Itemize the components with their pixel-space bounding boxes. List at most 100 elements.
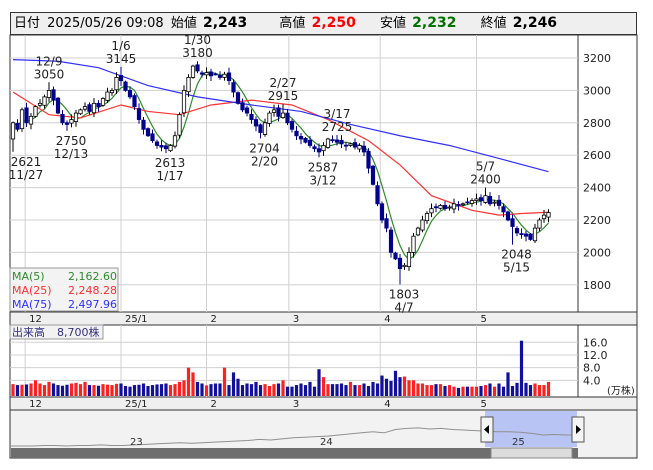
candle-down: [330, 139, 335, 142]
volume-bar: [483, 385, 488, 396]
volume-bar: [339, 383, 344, 396]
candle-down: [249, 113, 254, 120]
candle-down: [397, 257, 403, 269]
annotation-date: 5/15: [503, 261, 530, 275]
volume-bar: [501, 386, 506, 396]
candle-up: [168, 145, 173, 152]
candle-down: [226, 72, 232, 82]
volume-bar: [461, 386, 465, 396]
candle-down: [240, 102, 245, 111]
annotation-price: 2048: [501, 248, 532, 262]
volume-bar: [528, 385, 533, 396]
candle-down: [510, 218, 515, 227]
candle-down: [339, 139, 344, 145]
volume-tick-label: 12.0: [583, 349, 608, 362]
annotation-price: 3145: [106, 52, 137, 66]
candle-up: [37, 102, 43, 106]
candle-up: [181, 90, 187, 114]
volume-bar: [371, 381, 375, 396]
navigator-selection[interactable]: [485, 411, 577, 447]
candle-up: [114, 77, 119, 91]
volume-bar: [123, 386, 128, 396]
candle-up: [438, 205, 443, 209]
volume-bar: [245, 383, 249, 396]
candle-up: [69, 119, 74, 124]
volume-bar: [519, 340, 524, 396]
candle-down: [60, 113, 65, 124]
candle-down: [195, 64, 200, 72]
volume-bar: [294, 385, 299, 396]
volume-bar: [164, 383, 168, 396]
volume-bar: [141, 383, 146, 396]
volume-bar: [150, 385, 155, 396]
volume-bar: [537, 385, 542, 396]
legend-ma25-value: 2,248.28: [68, 284, 117, 297]
price-tick-label: 2600: [583, 149, 611, 162]
scrollbar-thumb[interactable]: [490, 447, 573, 459]
volume-bar: [119, 383, 123, 396]
volume-bar: [101, 384, 105, 396]
volume-bar: [51, 383, 56, 396]
volume-bar: [380, 375, 384, 396]
candle-up: [204, 72, 209, 76]
volume-bar: [92, 385, 96, 396]
candle-down: [64, 122, 70, 125]
candle-up: [271, 109, 277, 113]
candle-down: [24, 107, 29, 124]
candle-down: [393, 252, 398, 260]
candle-down: [199, 72, 205, 75]
volume-bar: [456, 387, 461, 396]
volume-bar: [524, 382, 528, 396]
annotation-price: 2400: [470, 173, 501, 187]
candle-up: [321, 145, 326, 152]
volume-bar: [11, 384, 15, 396]
volume-bar: [299, 383, 303, 396]
candle-down: [303, 137, 308, 143]
volume-bar: [438, 384, 443, 396]
legend-ma75-label: MA(75): [12, 298, 52, 311]
volume-bar: [69, 383, 74, 396]
candle-down: [379, 203, 385, 221]
volume-bar: [114, 383, 119, 396]
annotation-date: 5/7: [476, 160, 495, 174]
candle-down: [213, 73, 218, 76]
volume-bar: [321, 377, 326, 396]
candle-up: [420, 219, 425, 231]
candle-down: [307, 139, 313, 146]
volume-bar: [186, 367, 191, 396]
candle-up: [415, 227, 421, 236]
volume-bar: [447, 385, 452, 396]
candle-down: [456, 204, 461, 206]
volume-bar: [96, 385, 101, 396]
volume-bar: [488, 383, 492, 396]
candle-up: [411, 235, 416, 253]
volume-bar: [74, 382, 78, 396]
month-label: 5: [481, 314, 487, 325]
candle-down: [294, 130, 299, 137]
volume-bar: [195, 381, 200, 396]
candle-up: [222, 73, 227, 78]
annotation-price: 3180: [182, 46, 213, 60]
volume-bar: [56, 385, 60, 396]
annotation-date: 1/17: [157, 169, 184, 183]
candle-down: [298, 136, 304, 140]
price-tick-label: 2200: [583, 214, 611, 227]
volume-bar: [263, 384, 267, 396]
candle-down: [528, 233, 533, 240]
candle-down: [159, 145, 164, 148]
annotation-date: 12/13: [54, 147, 89, 161]
volume-bar: [330, 384, 335, 396]
volume-bar: [267, 386, 272, 396]
volume-bar: [429, 385, 434, 396]
candle-up: [172, 135, 178, 147]
volume-bar: [47, 381, 51, 396]
candle-down: [343, 144, 349, 147]
volume-tick-label: 16.0: [583, 336, 608, 349]
stock-chart[interactable]: 3200 3000 2800 2600 2400 2200 2000 1800 16.012.0…: [0, 0, 653, 470]
candle-up: [190, 65, 196, 78]
candle-down: [334, 139, 340, 143]
candle-down: [231, 82, 236, 93]
volume-bar: [213, 383, 218, 396]
candle-up: [73, 112, 79, 122]
volume-bar: [200, 383, 204, 396]
